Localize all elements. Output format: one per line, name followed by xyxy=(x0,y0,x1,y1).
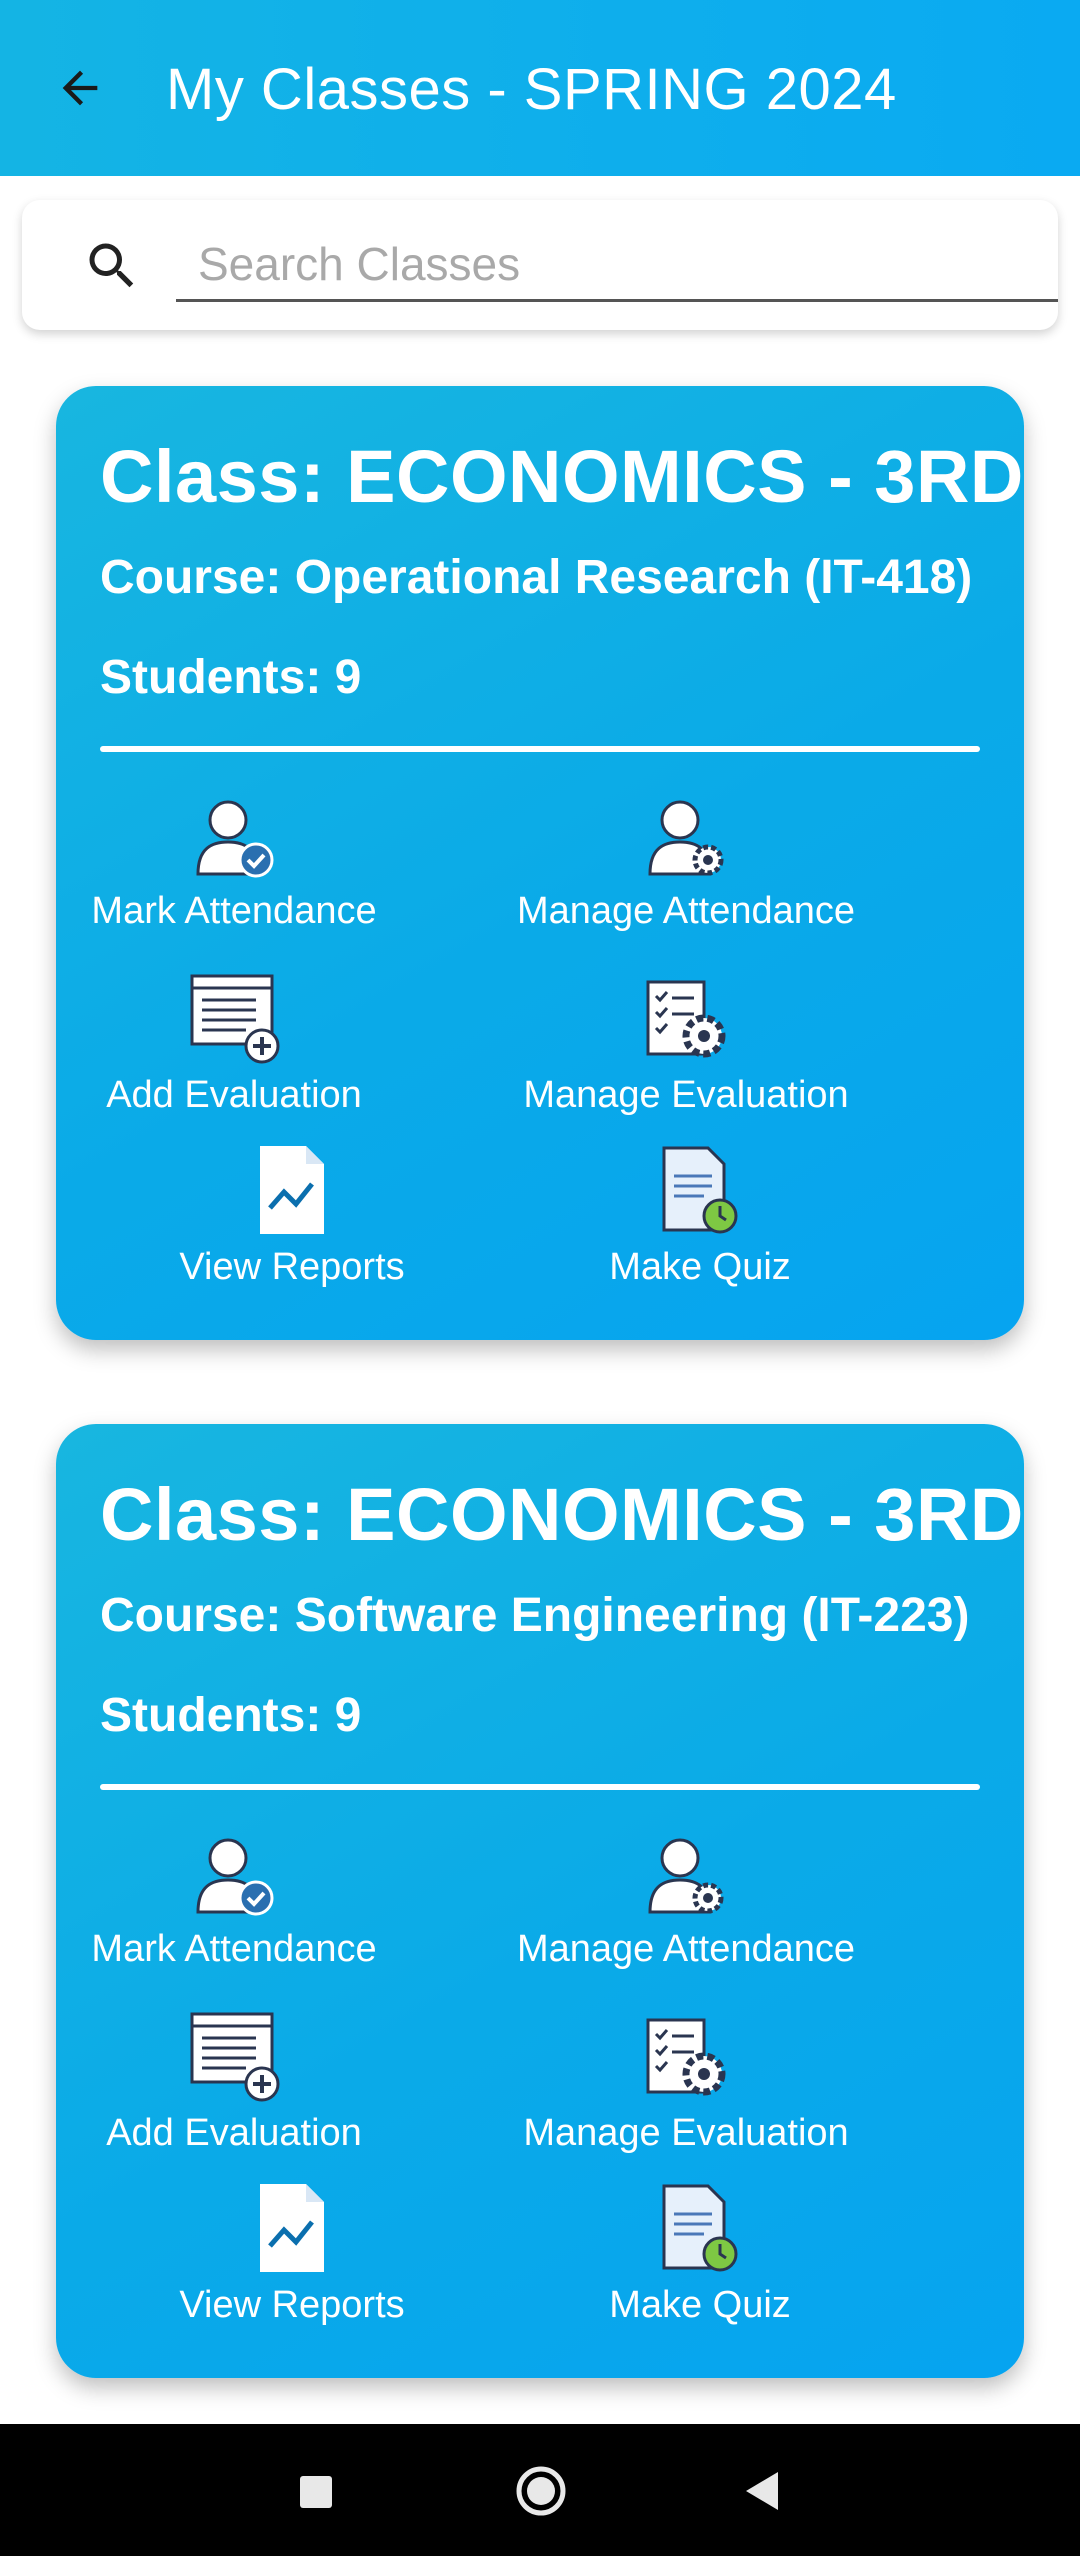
view-reports-button[interactable]: View Reports xyxy=(172,2180,412,2327)
back-button[interactable] xyxy=(40,48,120,128)
manage-evaluation-button[interactable]: Manage Evaluation xyxy=(523,970,849,1117)
view-reports-label: View Reports xyxy=(179,1246,405,1288)
user-gear-icon xyxy=(648,800,724,876)
class-card[interactable]: Class: ECONOMICS - 3RD Course: Operation… xyxy=(56,386,1024,1340)
manage-attendance-button[interactable]: Manage Attendance xyxy=(517,1824,855,1971)
manage-evaluation-label: Manage Evaluation xyxy=(523,1074,849,1116)
document-clock-icon xyxy=(662,1146,738,1234)
chart-document-icon xyxy=(260,2184,324,2272)
app-bar: My Classes - SPRING 2024 xyxy=(0,0,1080,176)
add-evaluation-label: Add Evaluation xyxy=(106,1074,362,1116)
system-back-button[interactable] xyxy=(742,2468,782,2514)
user-gear-icon xyxy=(648,1838,724,1914)
search-icon xyxy=(89,243,134,288)
search-input[interactable] xyxy=(176,228,1058,302)
student-count: Students: 9 xyxy=(100,1689,362,1742)
list-add-icon xyxy=(190,974,280,1064)
add-evaluation-label: Add Evaluation xyxy=(106,2112,362,2154)
make-quiz-label: Make Quiz xyxy=(609,2284,791,2326)
make-quiz-button[interactable]: Make Quiz xyxy=(580,1142,820,1289)
home-button[interactable] xyxy=(514,2464,568,2518)
user-check-icon xyxy=(196,800,274,878)
arrow-left-icon xyxy=(62,70,98,106)
manage-attendance-label: Manage Attendance xyxy=(516,1928,856,1970)
mark-attendance-button[interactable]: Mark Attendance xyxy=(91,1824,377,1971)
chart-document-icon xyxy=(260,1146,324,1234)
manage-evaluation-label: Manage Evaluation xyxy=(523,2112,849,2154)
add-evaluation-button[interactable]: Add Evaluation xyxy=(106,970,362,1117)
view-reports-label: View Reports xyxy=(179,2284,405,2326)
student-count: Students: 9 xyxy=(100,651,362,704)
document-gear-icon xyxy=(646,2018,726,2096)
system-nav-bar xyxy=(0,2424,1080,2556)
manage-attendance-label: Manage Attendance xyxy=(516,890,856,932)
list-add-icon xyxy=(190,2012,280,2102)
make-quiz-button[interactable]: Make Quiz xyxy=(580,2180,820,2327)
course-name: Course: Software Engineering (IT-223) xyxy=(100,1589,970,1642)
class-card[interactable]: Class: ECONOMICS - 3RD Course: Software … xyxy=(56,1424,1024,2378)
view-reports-button[interactable]: View Reports xyxy=(172,1142,412,1289)
make-quiz-label: Make Quiz xyxy=(609,1246,791,1288)
mark-attendance-label: Mark Attendance xyxy=(91,1928,377,1970)
user-check-icon xyxy=(196,1838,274,1916)
mark-attendance-button[interactable]: Mark Attendance xyxy=(91,786,377,933)
recent-apps-button[interactable] xyxy=(300,2476,332,2508)
page-title: My Classes - SPRING 2024 xyxy=(166,57,897,122)
divider xyxy=(100,746,980,752)
class-name: Class: ECONOMICS - 3RD xyxy=(100,1473,1024,1556)
manage-evaluation-button[interactable]: Manage Evaluation xyxy=(523,2008,849,2155)
mark-attendance-label: Mark Attendance xyxy=(91,890,377,932)
document-gear-icon xyxy=(646,980,726,1058)
class-name: Class: ECONOMICS - 3RD xyxy=(100,435,1024,518)
add-evaluation-button[interactable]: Add Evaluation xyxy=(106,2008,362,2155)
course-name: Course: Operational Research (IT-418) xyxy=(100,551,973,604)
search-bar xyxy=(22,200,1058,330)
manage-attendance-button[interactable]: Manage Attendance xyxy=(517,786,855,933)
document-clock-icon xyxy=(662,2184,738,2272)
divider xyxy=(100,1784,980,1790)
